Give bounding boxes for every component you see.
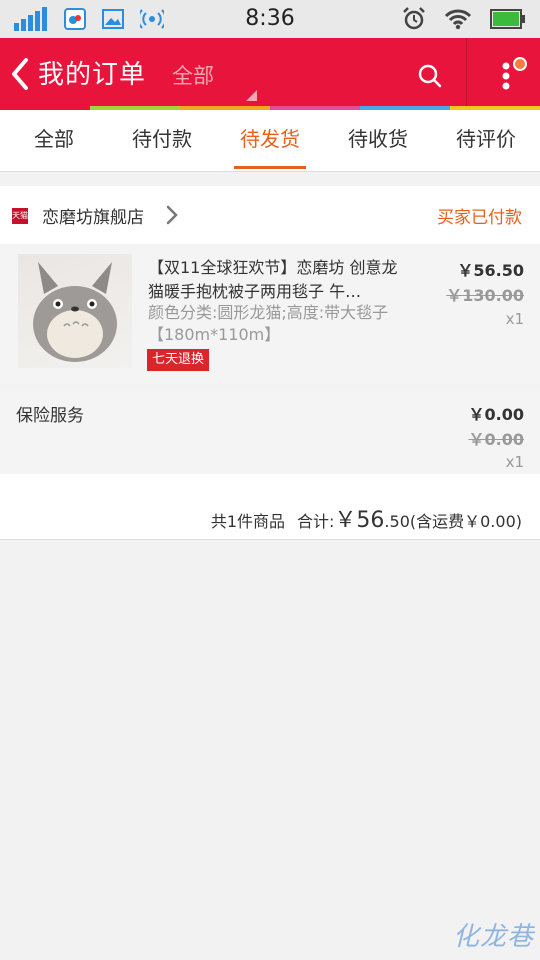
total-label: 合计: <box>297 512 335 531</box>
item-count: 共1件商品 <box>210 512 285 531</box>
return-policy-badge: 七天退换 <box>147 349 210 371</box>
alarm-icon <box>403 7 425 30</box>
status-bar: 8:36 <box>0 0 540 38</box>
total-decimal: .50 <box>384 512 410 531</box>
insurance-original-price: ￥0.00 <box>468 430 524 449</box>
insurance-label: 保险服务 <box>16 406 84 426</box>
order-filter-dropdown[interactable]: 全部 <box>172 60 214 90</box>
tab-pending-receipt[interactable]: 待收货 <box>324 110 432 171</box>
tab-pending-payment[interactable]: 待付款 <box>108 110 216 171</box>
tab-pending-shipment[interactable]: 待发货 <box>216 110 324 171</box>
product-spec: 颜色分类:圆形龙猫;高度:带大毯子【180m*110m】 <box>148 303 389 344</box>
tab-all[interactable]: 全部 <box>0 110 108 171</box>
order-item[interactable]: 【双11全球狂欢节】恋磨坊 创意龙猫暖手抱枕被子两用毯子 午… 颜色分类:圆形龙… <box>0 244 540 384</box>
battery-icon <box>490 9 525 29</box>
insurance-quantity: x1 <box>505 453 524 471</box>
store-row[interactable]: 天猫 恋磨坊旗舰店 买家已付款 <box>0 186 540 244</box>
search-icon[interactable] <box>416 62 444 90</box>
product-quantity: x1 <box>505 310 524 328</box>
total-currency: ￥ <box>334 508 357 533</box>
store-name[interactable]: 恋磨坊旗舰店 <box>42 203 144 228</box>
shipping-note: (含运费￥0.00) <box>409 512 522 531</box>
insurance-price: ￥0.00 <box>468 405 524 424</box>
insurance-row: 保险服务 ￥0.00 ￥0.00 x1 <box>0 390 540 474</box>
wifi-icon <box>444 9 472 30</box>
back-icon[interactable] <box>6 54 34 94</box>
tmall-store-icon: 天猫 <box>12 208 28 224</box>
dropdown-triangle-icon <box>246 90 257 101</box>
app-header: 我的订单 全部 <box>0 38 540 110</box>
tab-pending-review[interactable]: 待评价 <box>432 110 540 171</box>
chevron-right-icon[interactable] <box>164 204 180 226</box>
product-title[interactable]: 【双11全球狂欢节】恋磨坊 创意龙猫暖手抱枕被子两用毯子 午… <box>148 256 410 304</box>
order-status: 买家已付款 <box>437 208 522 228</box>
product-original-price: ￥130.00 <box>446 286 524 305</box>
watermark-logo: 化龙巷 <box>452 922 534 952</box>
page-title: 我的订单 <box>38 60 147 90</box>
order-tabs: 全部 待付款 待发货 待收货 待评价 <box>0 110 540 172</box>
product-price: ￥56.50 <box>457 261 524 280</box>
product-image[interactable] <box>18 254 132 368</box>
header-divider <box>466 38 467 110</box>
order-summary: 共1件商品 合计: ￥ 56 .50 (含运费￥0.00) <box>0 474 540 540</box>
total-integer: 56 <box>356 508 385 533</box>
more-menu-icon[interactable] <box>498 56 530 96</box>
